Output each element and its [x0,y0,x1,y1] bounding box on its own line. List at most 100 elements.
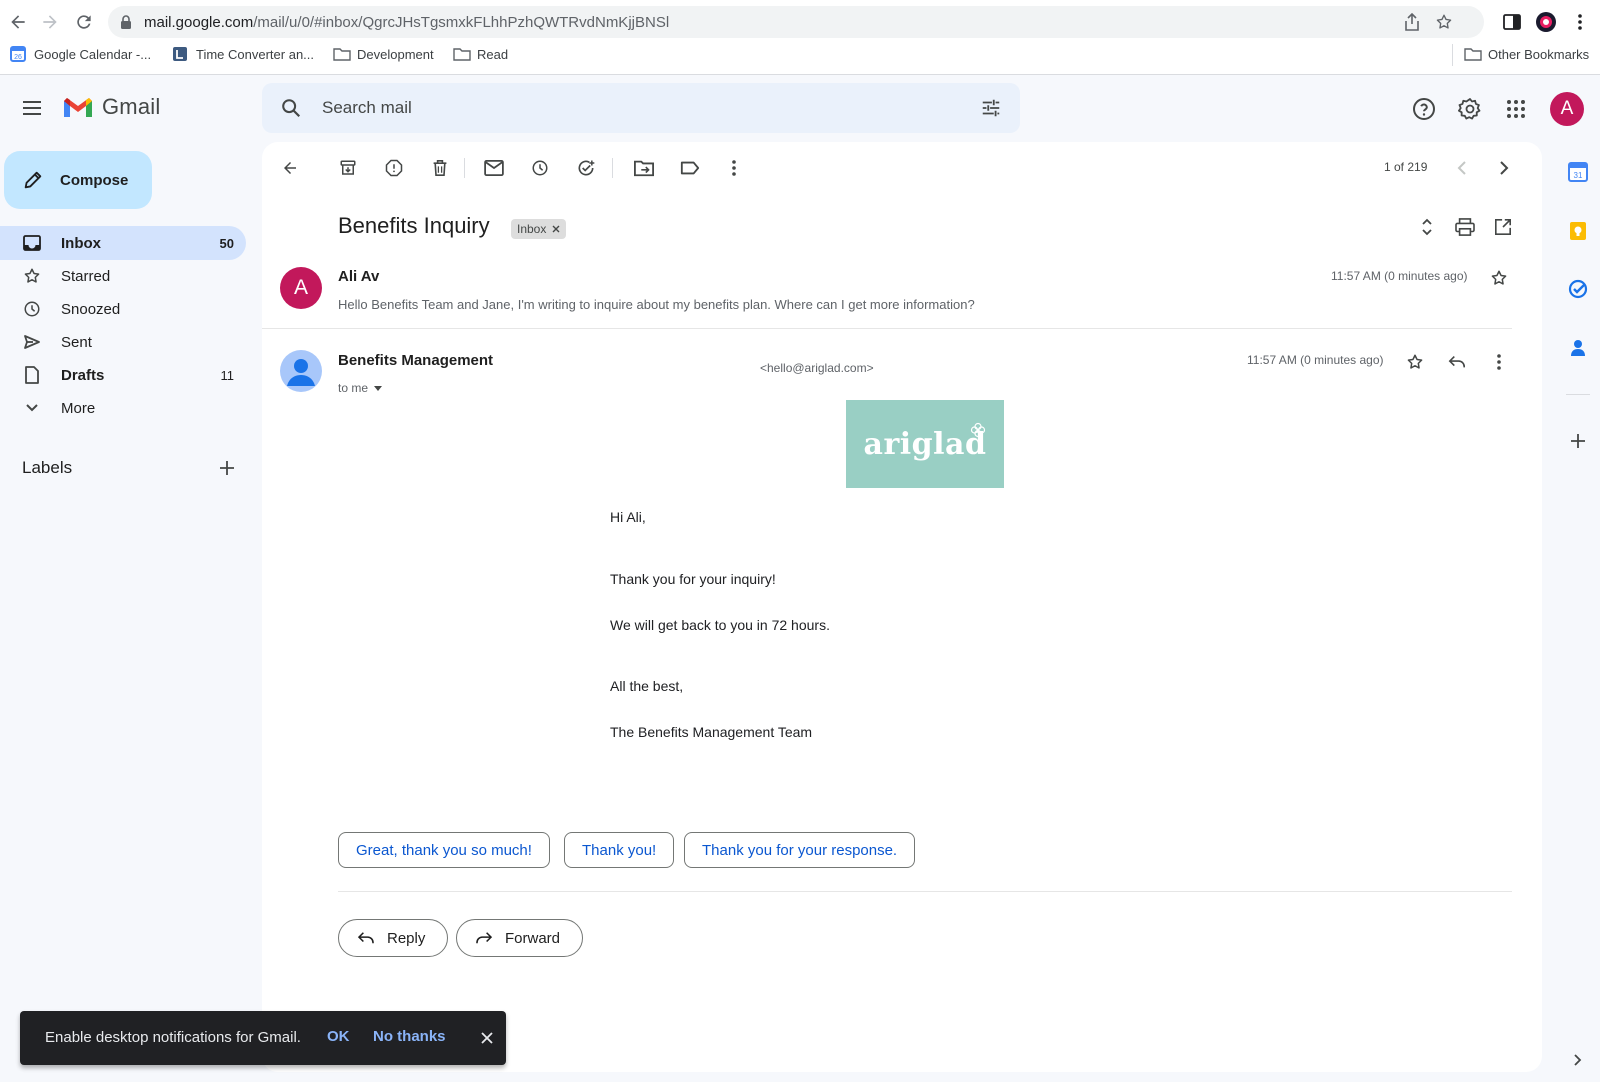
search-options-icon[interactable] [980,97,1002,119]
clock-icon [172,46,188,62]
folder-icon [333,46,351,62]
calendar-addon-icon[interactable]: 31 [1566,160,1590,184]
sender-name[interactable]: Benefits Management [338,352,493,369]
sidebar-item-drafts[interactable]: Drafts 11 [0,358,246,392]
gmail-m-icon [62,95,94,119]
folder-icon [1464,46,1482,62]
bookmark-label: Time Converter an... [196,46,315,62]
keep-addon-icon[interactable] [1566,219,1590,243]
remove-label-icon[interactable] [552,225,560,233]
dismiss-notifications-button[interactable]: No thanks [373,1028,446,1045]
support-icon[interactable] [1412,97,1436,121]
message-snippet[interactable]: Hello Benefits Team and Jane, I'm writin… [338,297,975,312]
open-new-window-icon[interactable] [1492,216,1514,238]
email-greeting: Hi Ali, [610,509,646,525]
report-spam-icon[interactable] [382,156,406,180]
older-chevron-right-icon[interactable] [1492,156,1516,180]
reply-icon[interactable] [1446,351,1468,373]
toolbar-divider [612,158,613,178]
forward-button[interactable]: Forward [456,919,584,957]
get-addons-icon[interactable] [1566,429,1590,453]
star-icon[interactable] [1488,267,1510,289]
caret-down-icon[interactable] [374,385,383,391]
back-icon[interactable] [6,10,30,34]
reply-button[interactable]: Reply [338,919,449,957]
bookmark-label: Development [357,46,434,62]
message-time: 11:57 AM (0 minutes ago) [1331,269,1468,283]
smart-reply-button[interactable]: Thank you for your response. [684,832,916,868]
sidebar-item-label: Snoozed [61,301,121,318]
snackbar-message: Enable desktop notifications for Gmail. [45,1029,301,1046]
bookmark-star-icon[interactable] [1434,12,1454,32]
chevron-down-icon [22,398,42,418]
email-signoff: All the best, [610,678,684,694]
add-to-tasks-icon[interactable] [574,156,598,180]
sidebar-item-starred[interactable]: Starred [0,259,246,293]
bookmark-read[interactable]: Read [453,46,508,62]
sender-name[interactable]: Ali Av [338,268,379,285]
browser-menu-icon[interactable] [1568,10,1592,34]
back-to-inbox-icon[interactable] [278,156,302,180]
reply-label: Reply [387,929,426,947]
address-bar[interactable]: mail.google.com/mail/u/0/#inbox/QgrcJHsT… [108,6,1484,38]
sender-avatar-placeholder[interactable] [280,350,322,392]
sidebar-item-inbox[interactable]: Inbox 50 [0,226,246,260]
delete-icon[interactable] [428,156,452,180]
url-text: mail.google.com/mail/u/0/#inbox/QgrcJHsT… [144,14,670,31]
smart-reply-button[interactable]: Thank you! [564,832,675,868]
sidebar-item-label: More [61,400,96,417]
share-icon[interactable] [1402,12,1422,32]
sidebar-item-snoozed[interactable]: Snoozed [0,292,246,326]
other-bookmarks[interactable]: Other Bookmarks [1464,46,1589,62]
main-menu-icon[interactable] [20,96,44,120]
settings-gear-icon[interactable] [1458,97,1482,121]
expand-all-icon[interactable] [1416,216,1438,238]
print-icon[interactable] [1454,216,1476,238]
email-body-line: We will get back to you in 72 hours. [610,617,830,633]
lock-icon [120,15,132,29]
apps-grid-icon[interactable] [1504,97,1528,121]
mark-unread-icon[interactable] [482,156,506,180]
search-icon[interactable] [280,97,302,119]
bookmark-development[interactable]: Development [333,46,434,62]
search-input[interactable]: Search mail [322,98,412,118]
snooze-icon[interactable] [528,156,552,180]
recipient-details[interactable]: to me [338,381,383,395]
smart-reply-button[interactable]: Great, thank you so much! [338,832,550,868]
side-panel-icon[interactable] [1500,10,1524,34]
enable-notifications-button[interactable]: OK [327,1028,350,1045]
reload-icon[interactable] [72,10,96,34]
toolbar-divider [464,158,465,178]
close-icon[interactable] [478,1029,496,1047]
chip-label: Inbox [517,222,547,236]
label-icon[interactable] [678,156,702,180]
message-more-icon[interactable] [1488,351,1510,373]
hide-side-panel-icon[interactable] [1566,1048,1590,1072]
send-icon [22,332,42,352]
reply-icon [357,931,375,945]
svg-text:26: 26 [14,54,22,61]
inbox-label-chip[interactable]: Inbox [511,219,567,239]
sidebar-item-more[interactable]: More [0,391,246,425]
sidebar-item-sent[interactable]: Sent [0,325,246,359]
contacts-addon-icon[interactable] [1566,336,1590,360]
profile-icon[interactable] [1534,10,1558,34]
gmail-logo[interactable]: Gmail [62,94,160,120]
forward-nav-icon[interactable] [38,10,62,34]
newer-chevron-left-icon[interactable] [1450,156,1474,180]
message-time: 11:57 AM (0 minutes ago) [1247,353,1384,367]
add-label-icon[interactable] [216,457,238,479]
search-bar[interactable]: Search mail [262,83,1020,133]
more-options-icon[interactable] [722,156,746,180]
bookmark-time-converter[interactable]: Time Converter an... [172,46,314,62]
archive-icon[interactable] [336,156,360,180]
tasks-addon-icon[interactable] [1566,277,1590,301]
labels-heading: Labels [22,458,73,477]
compose-button[interactable]: Compose [4,151,152,209]
star-icon[interactable] [1404,351,1426,373]
sender-avatar[interactable]: A [280,267,322,309]
move-to-icon[interactable] [632,156,656,180]
bookmark-google-calendar[interactable]: 26 Google Calendar -... [10,46,151,62]
thread-subject: Benefits Inquiry [338,213,490,238]
account-avatar[interactable]: A [1550,92,1584,126]
